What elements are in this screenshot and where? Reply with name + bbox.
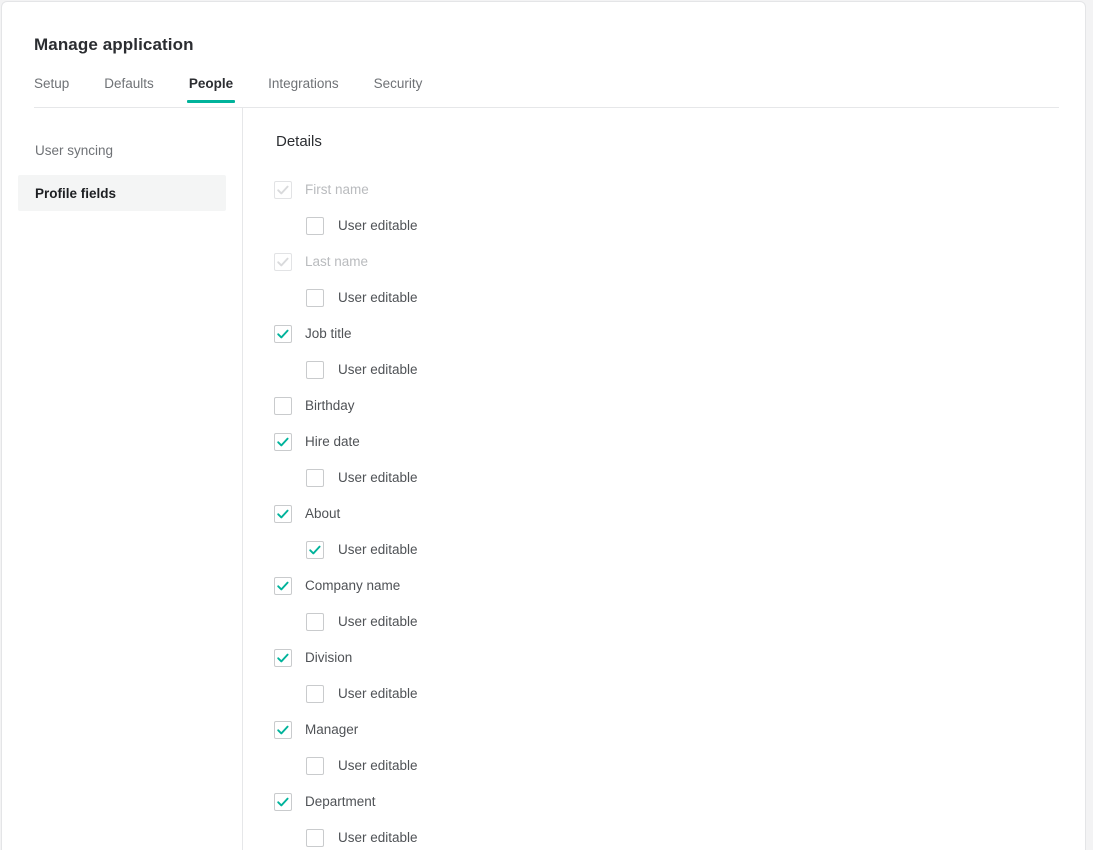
field-row-hire-date: Hire date [274, 428, 914, 456]
field-row-manager: Manager [274, 716, 914, 744]
sub-label-user-editable-last-name: User editable [338, 290, 418, 305]
checkbox-birthday[interactable] [274, 397, 292, 415]
field-label-about: About [305, 506, 341, 521]
tab-bar-divider [34, 107, 1059, 108]
tab-security[interactable]: Security [374, 76, 423, 103]
checkbox-user-editable-last-name[interactable] [306, 289, 324, 307]
page-title: Manage application [34, 35, 194, 54]
sub-row-user-editable-company-name: User editable [274, 608, 914, 636]
field-label-first-name: First name [305, 182, 369, 197]
sidebar-item-profile-fields[interactable]: Profile fields [18, 175, 226, 211]
checkbox-user-editable-manager[interactable] [306, 757, 324, 775]
checkbox-user-editable-about[interactable] [306, 541, 324, 559]
sidebar-item-user-syncing[interactable]: User syncing [18, 132, 226, 168]
checkmark-icon [277, 257, 289, 267]
checkbox-user-editable-company-name[interactable] [306, 613, 324, 631]
field-row-job-title: Job title [274, 320, 914, 348]
manage-application-card: Manage application Setup Defaults People In… [1, 1, 1086, 850]
checkbox-department[interactable] [274, 793, 292, 811]
sub-label-user-editable-division: User editable [338, 686, 418, 701]
tab-defaults[interactable]: Defaults [104, 76, 154, 103]
sub-row-user-editable-department: User editable [274, 824, 914, 850]
sub-label-user-editable-job-title: User editable [338, 362, 418, 377]
field-label-company-name: Company name [305, 578, 401, 593]
sub-row-user-editable-hire-date: User editable [274, 464, 914, 492]
tab-setup[interactable]: Setup [34, 76, 69, 103]
field-row-about: About [274, 500, 914, 528]
field-row-company-name: Company name [274, 572, 914, 600]
sub-label-user-editable-department: User editable [338, 830, 418, 845]
field-row-birthday: Birthday [274, 392, 914, 420]
sub-row-user-editable-division: User editable [274, 680, 914, 708]
sidebar: User syncing Profile fields [2, 132, 242, 211]
checkbox-last-name [274, 253, 292, 271]
checkbox-user-editable-department[interactable] [306, 829, 324, 847]
sub-row-user-editable-last-name: User editable [274, 284, 914, 312]
checkbox-manager[interactable] [274, 721, 292, 739]
tab-integrations[interactable]: Integrations [268, 76, 339, 103]
sub-row-user-editable-job-title: User editable [274, 356, 914, 384]
sub-row-user-editable-first-name: User editable [274, 212, 914, 240]
field-row-last-name: Last name [274, 248, 914, 276]
field-label-birthday: Birthday [305, 398, 355, 413]
field-label-hire-date: Hire date [305, 434, 360, 449]
sub-row-user-editable-about: User editable [274, 536, 914, 564]
checkbox-about[interactable] [274, 505, 292, 523]
field-label-last-name: Last name [305, 254, 369, 269]
details-panel: Details First name User editable Last name… [274, 132, 914, 850]
checkmark-icon [277, 581, 289, 591]
tab-people[interactable]: People [186, 76, 236, 103]
checkmark-icon [309, 545, 321, 555]
sub-label-user-editable-manager: User editable [338, 758, 418, 773]
field-row-department: Department [274, 788, 914, 816]
sub-label-user-editable-about: User editable [338, 542, 418, 557]
checkmark-icon [277, 509, 289, 519]
field-row-division: Division [274, 644, 914, 672]
field-label-job-title: Job title [305, 326, 352, 341]
checkbox-division[interactable] [274, 649, 292, 667]
app-root: Manage application Setup Defaults People In… [0, 0, 1093, 850]
field-label-department: Department [305, 794, 376, 809]
checkmark-icon [277, 437, 289, 447]
field-label-manager: Manager [305, 722, 359, 737]
tab-bar: Setup Defaults People Integrations Security [34, 76, 457, 108]
sub-label-user-editable-first-name: User editable [338, 218, 418, 233]
profile-fields-list: First name User editable Last name User edi… [274, 176, 914, 850]
sub-label-user-editable-hire-date: User editable [338, 470, 418, 485]
checkbox-job-title[interactable] [274, 325, 292, 343]
checkbox-user-editable-job-title[interactable] [306, 361, 324, 379]
details-heading: Details [276, 133, 322, 150]
field-row-first-name: First name [274, 176, 914, 204]
checkmark-icon [277, 725, 289, 735]
sub-row-user-editable-manager: User editable [274, 752, 914, 780]
checkbox-first-name [274, 181, 292, 199]
checkbox-user-editable-division[interactable] [306, 685, 324, 703]
checkmark-icon [277, 185, 289, 195]
checkbox-company-name[interactable] [274, 577, 292, 595]
checkbox-user-editable-first-name[interactable] [306, 217, 324, 235]
checkbox-hire-date[interactable] [274, 433, 292, 451]
field-label-division: Division [305, 650, 353, 665]
sub-label-user-editable-company-name: User editable [338, 614, 418, 629]
checkmark-icon [277, 653, 289, 663]
checkmark-icon [277, 329, 289, 339]
checkbox-user-editable-hire-date[interactable] [306, 469, 324, 487]
sidebar-divider [242, 108, 243, 850]
checkmark-icon [277, 797, 289, 807]
